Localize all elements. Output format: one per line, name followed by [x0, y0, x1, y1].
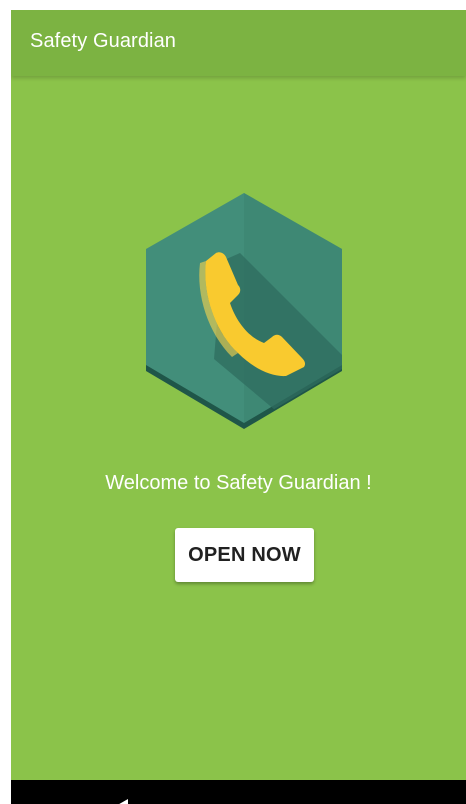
- back-icon[interactable]: [110, 798, 130, 804]
- open-now-button[interactable]: OPEN NOW: [175, 528, 314, 582]
- app-title: Safety Guardian: [30, 30, 177, 52]
- app-bar: Safety Guardian: [11, 10, 466, 76]
- recent-apps-icon[interactable]: [370, 798, 390, 804]
- home-icon[interactable]: [232, 798, 252, 804]
- navigation-bar: [11, 780, 466, 804]
- phone-hexagon-icon: [146, 193, 342, 429]
- welcome-message: Welcome to Safety Guardian !: [105, 472, 372, 494]
- app-screen: Safety Guardian Welcome to Safety Guardi…: [11, 10, 466, 804]
